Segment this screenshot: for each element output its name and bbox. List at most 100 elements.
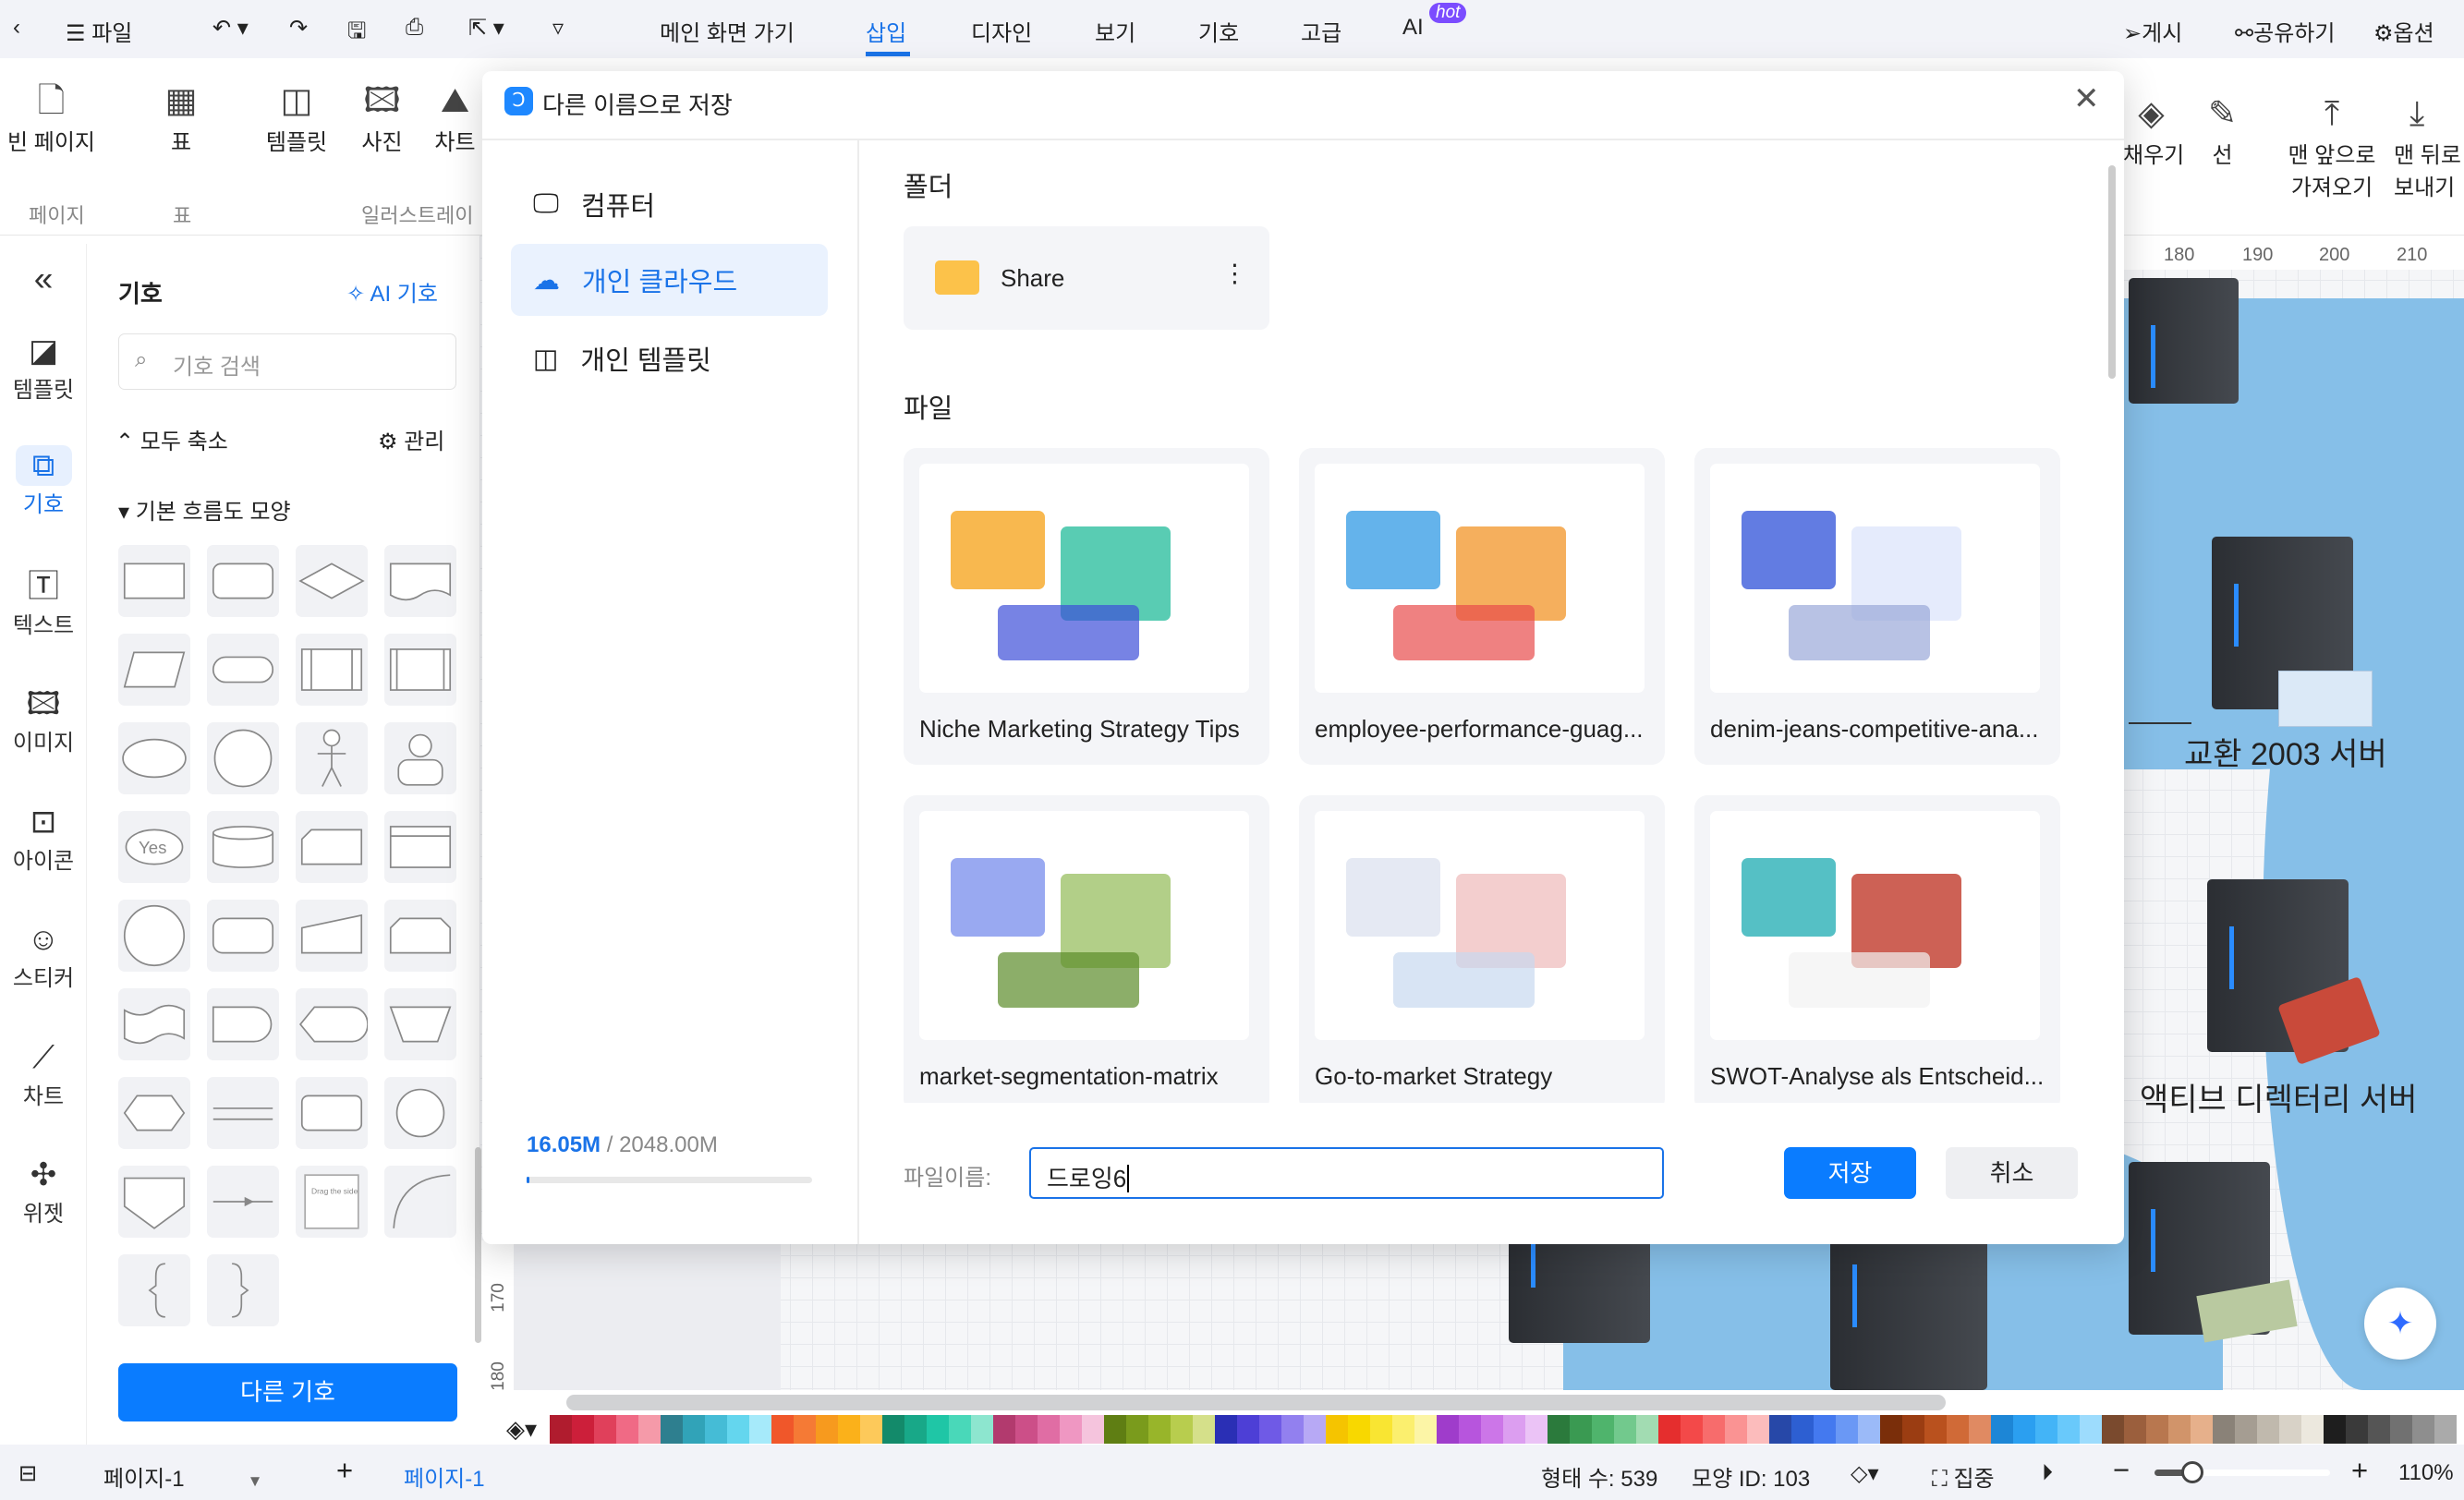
color-swatch[interactable] (1104, 1415, 1126, 1444)
options-button[interactable]: ⚙옵션 (2373, 15, 2434, 47)
color-swatch[interactable] (2346, 1415, 2368, 1444)
save-button[interactable]: 저장 (1784, 1147, 1916, 1199)
rail-text[interactable]: 🅃 텍스트 (0, 566, 87, 639)
color-swatch[interactable] (1902, 1415, 1924, 1444)
menu-ai[interactable]: AI (1402, 15, 1424, 41)
more-symbols-button[interactable]: 다른 기호 (118, 1363, 457, 1421)
export-icon[interactable]: ⇱ ▾ (468, 15, 504, 42)
file-card[interactable]: employee-performance-guag... (1299, 448, 1665, 765)
shape-arc-icon[interactable] (384, 1166, 456, 1238)
nav-personal-cloud[interactable]: ☁ 개인 클라우드 (511, 244, 828, 316)
color-swatch[interactable] (2191, 1415, 2213, 1444)
color-swatch[interactable] (2279, 1415, 2301, 1444)
rail-symbols[interactable]: ⧉ 기호 (0, 445, 87, 518)
color-swatch[interactable] (1304, 1415, 1326, 1444)
color-swatch[interactable] (1459, 1415, 1481, 1444)
shape-display-icon[interactable] (296, 988, 369, 1060)
shape-rounded-rect-icon[interactable] (207, 545, 279, 617)
color-swatch[interactable] (860, 1415, 882, 1444)
color-swatch[interactable] (683, 1415, 705, 1444)
color-swatch[interactable] (1281, 1415, 1304, 1444)
rail-widget[interactable]: ✣ 위젯 (0, 1155, 87, 1228)
color-swatch[interactable] (727, 1415, 749, 1444)
color-swatch[interactable] (638, 1415, 661, 1444)
color-swatch[interactable] (2080, 1415, 2102, 1444)
close-icon[interactable]: ✕ (2073, 80, 2100, 117)
menu-view[interactable]: 보기 (1095, 15, 1135, 47)
filename-input[interactable]: 드로잉6 (1029, 1147, 1664, 1199)
shape-internal-storage-icon[interactable] (384, 811, 456, 883)
color-swatch[interactable] (1769, 1415, 1791, 1444)
color-swatch[interactable] (1836, 1415, 1858, 1444)
file-card[interactable]: Go-to-market Strategy (1299, 795, 1665, 1112)
zoom-in-icon[interactable]: + (2351, 1454, 2368, 1487)
color-swatch[interactable] (2102, 1415, 2124, 1444)
ai-magic-button[interactable]: ✦ (2364, 1288, 2436, 1360)
shape-user-icon[interactable] (384, 722, 456, 794)
color-swatch[interactable] (1525, 1415, 1548, 1444)
shape-ellipse-icon[interactable] (118, 722, 190, 794)
shape-document-icon[interactable] (384, 545, 456, 617)
color-swatch[interactable] (1326, 1415, 1348, 1444)
color-swatch[interactable] (1237, 1415, 1259, 1444)
color-swatch[interactable] (2124, 1415, 2146, 1444)
shape-lines-icon[interactable] (207, 1077, 279, 1149)
color-swatch[interactable] (1148, 1415, 1171, 1444)
shape-circle-large-icon[interactable] (118, 900, 190, 972)
zoom-out-icon[interactable]: − (2113, 1454, 2130, 1487)
collapse-all-button[interactable]: ⌃ 모두 축소 (115, 423, 228, 455)
color-swatch[interactable] (1592, 1415, 1614, 1444)
color-swatch[interactable] (1215, 1415, 1237, 1444)
shape-circle-small-icon[interactable] (384, 1077, 456, 1149)
nav-personal-templates[interactable]: ◫ 개인 템플릿 (511, 322, 828, 394)
color-swatch[interactable] (1171, 1415, 1193, 1444)
color-swatch[interactable] (1060, 1415, 1082, 1444)
color-swatch[interactable] (2412, 1415, 2434, 1444)
table-button[interactable]: ▦ 표 (150, 77, 212, 156)
color-swatch[interactable] (1481, 1415, 1503, 1444)
layers-icon[interactable]: ◇▾ (1851, 1460, 1879, 1487)
shape-manual-input-icon[interactable] (296, 900, 368, 972)
color-swatch[interactable] (1681, 1415, 1703, 1444)
page-dropdown[interactable]: 페이지-1 ▼ (103, 1460, 262, 1493)
color-swatch[interactable] (2390, 1415, 2412, 1444)
color-swatch[interactable] (2146, 1415, 2168, 1444)
send-to-back-button[interactable]: ⤓ 맨 뒤로 보내기 (2394, 90, 2464, 201)
color-swatch[interactable] (594, 1415, 616, 1444)
shape-card-icon[interactable] (296, 811, 368, 883)
file-card[interactable]: Niche Marketing Strategy Tips (904, 448, 1269, 765)
page-layout-icon[interactable]: ⊟ (18, 1460, 37, 1487)
color-swatch[interactable] (993, 1415, 1015, 1444)
color-swatch[interactable] (1370, 1415, 1392, 1444)
publish-button[interactable]: ➢게시 (2123, 15, 2182, 47)
color-swatch[interactable] (1414, 1415, 1437, 1444)
blank-page-button[interactable]: 🗋 빈 페이지 (3, 77, 100, 156)
color-swatch[interactable] (2057, 1415, 2080, 1444)
add-page-icon[interactable]: + (336, 1454, 353, 1487)
cancel-button[interactable]: 취소 (1946, 1147, 2078, 1199)
color-swatch[interactable] (1747, 1415, 1769, 1444)
shape-rectangle-icon[interactable] (118, 545, 190, 617)
color-swatch[interactable] (1503, 1415, 1525, 1444)
shape-note-icon[interactable]: Drag the side (296, 1166, 368, 1238)
file-card[interactable]: market-segmentation-matrix (904, 795, 1269, 1112)
folder-share[interactable]: Share ⋮ (904, 226, 1269, 330)
color-swatch[interactable] (1725, 1415, 1747, 1444)
file-card[interactable]: denim-jeans-competitive-ana... (1694, 448, 2060, 765)
color-swatch[interactable] (794, 1415, 816, 1444)
zoom-slider[interactable] (2154, 1461, 2330, 1483)
color-swatch[interactable] (1858, 1415, 1880, 1444)
template-button[interactable]: ◫ 템플릿 (259, 77, 334, 156)
manage-button[interactable]: ⚙ 관리 (378, 423, 444, 455)
shape-brace-right-icon[interactable] (207, 1254, 279, 1326)
canvas-scrollbar-thumb[interactable] (566, 1395, 1946, 1410)
color-swatch[interactable] (1570, 1415, 1592, 1444)
ai-symbol-button[interactable]: ✧ AI 기호 (346, 275, 438, 308)
color-swatch[interactable] (2168, 1415, 2191, 1444)
color-swatch[interactable] (904, 1415, 927, 1444)
rail-templates[interactable]: ◪ 템플릿 (0, 331, 87, 404)
color-swatch[interactable] (2368, 1415, 2390, 1444)
color-swatch[interactable] (771, 1415, 794, 1444)
color-swatch[interactable] (1259, 1415, 1281, 1444)
server-label[interactable]: 교환 2003 서버 (2184, 729, 2387, 774)
